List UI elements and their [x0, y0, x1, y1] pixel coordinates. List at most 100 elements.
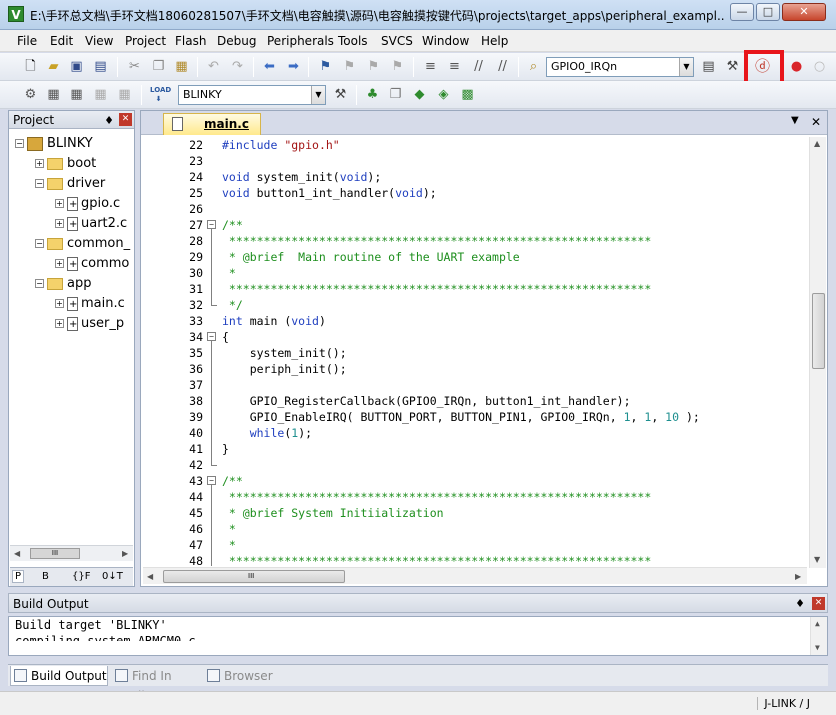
code-line[interactable]: 42 [143, 457, 807, 473]
collapse-icon[interactable]: − [35, 239, 44, 248]
save-all-icon[interactable]: ▤ [92, 58, 109, 75]
disable-breakpoint-icon[interactable]: ○ [811, 58, 828, 75]
code-line[interactable]: 38 GPIO_RegisterCallback(GPIO0_IRQn, but… [143, 393, 807, 409]
download-icon[interactable]: LOAD ⬇ [150, 86, 171, 103]
tree-item-app[interactable]: − app [35, 274, 91, 294]
tree-item-gpio[interactable]: + gpio.c [55, 194, 120, 215]
tab-functions[interactable]: {}F [72, 571, 90, 582]
tree-item-driver[interactable]: − driver [35, 174, 105, 194]
code-line[interactable]: 29 * @brief Main routine of the UART exa… [143, 249, 807, 265]
minimize-button[interactable]: — [730, 3, 754, 21]
tab-books[interactable]: B [42, 571, 49, 582]
pin-icon[interactable]: ♦ [795, 594, 805, 614]
manage-rte-icon[interactable]: ◈ [435, 86, 452, 103]
open-folder-icon[interactable]: ▰ [45, 58, 62, 75]
bookmark-icon[interactable]: ⚑ [317, 58, 334, 75]
translate-icon[interactable]: ⚙ [22, 86, 39, 103]
scroll-down-icon[interactable]: ▼ [814, 555, 820, 564]
tab-browser[interactable]: Browser [204, 666, 276, 686]
pin-icon[interactable]: ♦ [104, 112, 114, 130]
code-area[interactable]: 22 #include "gpio.h" 23 24 void system_init(… [143, 137, 807, 566]
menu-peripherals[interactable]: Peripherals [267, 34, 334, 48]
scroll-left-icon[interactable]: ◀ [14, 549, 20, 558]
target-options-icon[interactable]: ⚒ [332, 86, 349, 103]
build-vertical-scrollbar[interactable]: ▲ ▼ [810, 617, 827, 655]
code-line[interactable]: 33 int main (void) [143, 313, 807, 329]
target-combo[interactable]: BLINKY ▼ [178, 85, 326, 105]
scroll-right-icon[interactable]: ▶ [795, 572, 801, 581]
scroll-right-icon[interactable]: ▶ [122, 549, 128, 558]
tree-item-blinky[interactable]: − BLINKY [15, 134, 93, 154]
code-line[interactable]: 43−/** [143, 473, 807, 489]
code-line[interactable]: 35 system_init(); [143, 345, 807, 361]
menu-help[interactable]: Help [481, 34, 508, 48]
incremental-find-icon[interactable]: ⚒ [724, 58, 741, 75]
code-line[interactable]: 31 *************************************… [143, 281, 807, 297]
code-line[interactable]: 24 void system_init(void); [143, 169, 807, 185]
manage-components-icon[interactable]: ♣ [364, 86, 381, 103]
expand-icon[interactable]: + [55, 299, 64, 308]
comment-icon[interactable]: // [470, 58, 487, 75]
save-icon[interactable]: ▣ [68, 58, 85, 75]
maximize-button[interactable]: □ [756, 3, 780, 21]
undo-icon[interactable]: ↶ [205, 58, 222, 75]
scroll-up-icon[interactable]: ▲ [814, 139, 820, 148]
scroll-thumb[interactable] [812, 293, 825, 369]
close-icon[interactable]: ✕ [812, 597, 825, 610]
code-line[interactable]: 23 [143, 153, 807, 169]
menu-flash[interactable]: Flash [175, 34, 206, 48]
prev-bookmark-icon[interactable]: ⚑ [341, 58, 358, 75]
breakpoint-icon[interactable]: ● [788, 58, 805, 75]
code-line[interactable]: 40 while(1); [143, 425, 807, 441]
close-icon[interactable]: ✕ [119, 113, 132, 126]
menu-file[interactable]: File [17, 34, 37, 48]
select-packs-icon[interactable]: ◆ [411, 86, 428, 103]
clear-bookmarks-icon[interactable]: ⚑ [389, 58, 406, 75]
find-in-files-icon[interactable]: ⌕ [525, 58, 542, 75]
code-line[interactable]: 26 [143, 201, 807, 217]
tab-list-icon[interactable]: ▼ [791, 115, 799, 126]
stop-build-icon[interactable]: ▦ [116, 86, 133, 103]
build-output-text[interactable]: Build target 'BLINKY' compiling system_A… [8, 616, 828, 656]
expand-icon[interactable]: + [55, 259, 64, 268]
chevron-down-icon[interactable]: ▼ [311, 86, 325, 104]
redo-icon[interactable]: ↷ [229, 58, 246, 75]
indent-icon[interactable]: ≡ [422, 58, 439, 75]
editor-horizontal-scrollbar[interactable]: ◀ III ▶ [143, 567, 807, 584]
fold-toggle-icon[interactable]: − [207, 332, 216, 341]
tab-find-in-files[interactable]: Find In Files [112, 666, 200, 703]
code-line[interactable]: 34−{ [143, 329, 807, 345]
menu-edit[interactable]: Edit [50, 34, 73, 48]
project-horizontal-scrollbar[interactable]: ◀ III ▶ [10, 545, 133, 561]
collapse-icon[interactable]: − [35, 179, 44, 188]
tab-build-output[interactable]: Build Output [10, 666, 108, 686]
batch-build-icon[interactable]: ▦ [92, 86, 109, 103]
code-line[interactable]: 22 #include "gpio.h" [143, 137, 807, 153]
paste-icon[interactable]: ▦ [173, 58, 190, 75]
code-line[interactable]: 41} [143, 441, 807, 457]
fold-toggle-icon[interactable]: − [207, 220, 216, 229]
code-line[interactable]: 48 *************************************… [143, 553, 807, 566]
scroll-left-icon[interactable]: ◀ [147, 572, 153, 581]
tree-item-main[interactable]: + main.c [55, 294, 125, 315]
code-line[interactable]: 27−/** [143, 217, 807, 233]
tree-item-uart2[interactable]: + uart2.c [55, 214, 127, 235]
code-line[interactable]: 47 * [143, 537, 807, 553]
code-line[interactable]: 44 *************************************… [143, 489, 807, 505]
expand-icon[interactable]: + [55, 319, 64, 328]
expand-icon[interactable]: + [55, 219, 64, 228]
build-icon[interactable]: ▦ [45, 86, 62, 103]
tab-templates[interactable]: 0↓T [102, 571, 123, 582]
editor-vertical-scrollbar[interactable]: ▲ ▼ [809, 137, 826, 568]
code-line[interactable]: 32 */ [143, 297, 807, 313]
tree-item-common[interactable]: − common_ [35, 234, 130, 254]
find-combo[interactable]: GPIO0_IRQn ▼ [546, 57, 694, 77]
find-icon[interactable]: ▤ [700, 58, 717, 75]
expand-icon[interactable]: + [35, 159, 44, 168]
code-line[interactable]: 45 * @brief System Initiialization [143, 505, 807, 521]
rebuild-icon[interactable]: ▦ [68, 86, 85, 103]
tab-main-c[interactable]: main.c [163, 113, 261, 135]
menu-window[interactable]: Window [422, 34, 469, 48]
copy-icon[interactable]: ❐ [150, 58, 167, 75]
code-line[interactable]: 39 GPIO_EnableIRQ( BUTTON_PORT, BUTTON_P… [143, 409, 807, 425]
